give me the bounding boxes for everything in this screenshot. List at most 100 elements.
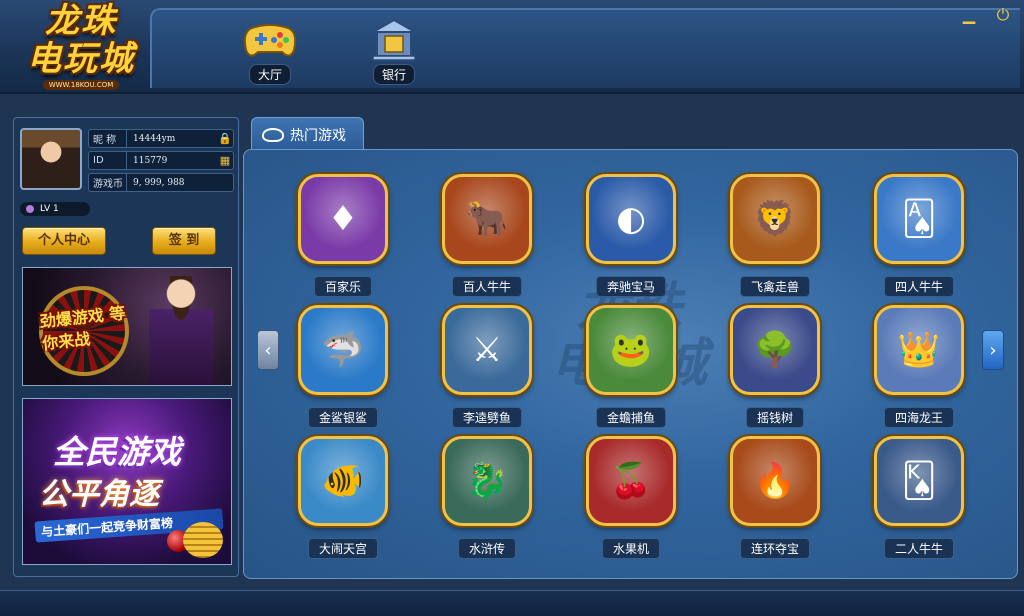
banner2-title: 全民游戏 (53, 433, 182, 471)
banner2-title2: 公平角逐 (39, 477, 159, 512)
game-label: 奔驰宝马 (595, 276, 666, 297)
game-tile[interactable]: 🐠 大闹天宫 (296, 436, 390, 560)
profile-button[interactable]: 个人中心 (22, 227, 106, 255)
nickname-value: 14444ym (133, 133, 176, 144)
game-label: 水浒传 (457, 538, 516, 559)
bank-icon (366, 18, 422, 62)
slots-icon: 🍒 (586, 436, 676, 526)
game-label: 李逵劈鱼 (451, 407, 522, 428)
game-icon-glyph: ♦ (327, 199, 359, 239)
game-label: 金蟾捕鱼 (595, 407, 666, 428)
next-page-button[interactable]: › (982, 330, 1004, 370)
logo-url: WWW.18KOU.COM (42, 80, 120, 90)
hostess-image (149, 276, 213, 385)
game-tile[interactable]: ♦ 百家乐 (296, 174, 390, 298)
id-row: ID 115779 ▦ (88, 151, 234, 170)
game-label: 百人牛牛 (451, 276, 522, 297)
level-text: LV 1 (40, 204, 59, 214)
money-tree-icon: 🌳 (730, 305, 820, 395)
logo-line1: 龙珠 (45, 1, 117, 41)
user-panel: 昵 称 14444ym 🔒 ID 115779 ▦ 游戏币 9, 999, 98… (13, 117, 239, 577)
game-icon-glyph: 🐉 (465, 461, 509, 501)
game-tile[interactable]: 🐉 水浒传 (440, 436, 534, 560)
app-logo: 龙珠 电玩城 WWW.18KOU.COM (14, 2, 148, 102)
power-icon[interactable]: ⏻ (994, 6, 1012, 24)
bull-cards-icon: 🂡 (874, 174, 964, 264)
game-label: 百家乐 (313, 276, 372, 297)
logo-line2: 电玩城 (27, 39, 135, 79)
level-badge: LV 1 (20, 202, 90, 216)
shark-icon: 🦈 (298, 305, 388, 395)
game-icon-glyph: 🔥 (753, 461, 797, 501)
game-icon-glyph: 🦁 (753, 199, 797, 239)
game-tile[interactable]: 🐂 百人牛牛 (440, 174, 534, 298)
nav-bank-button[interactable]: 银行 (362, 18, 426, 86)
game-label: 摇钱树 (745, 407, 804, 428)
hat-icon (262, 127, 284, 142)
promo-banner-casino[interactable]: 劲爆游戏 等你来战 (22, 267, 232, 386)
game-tile[interactable]: 🍒 水果机 (584, 436, 678, 560)
game-tile[interactable]: 👑 四海龙王 (872, 305, 966, 429)
tab-hot-games[interactable]: 热门游戏 (251, 117, 364, 151)
chips-icon (183, 522, 223, 558)
coins-value: 9, 999, 988 (133, 177, 185, 188)
warrior-icon: ⚔ (442, 305, 532, 395)
game-label: 连环夺宝 (739, 538, 810, 559)
checkin-button[interactable]: 签 到 (152, 227, 216, 255)
lock-icon[interactable]: 🔒 (217, 132, 233, 145)
id-label: ID (89, 152, 127, 169)
golden-dragon-icon: 🔥 (730, 436, 820, 526)
game-tile[interactable]: 🌳 摇钱树 (728, 305, 822, 429)
nickname-label: 昵 称 (89, 130, 127, 147)
avatar[interactable] (20, 128, 82, 190)
clownfish-icon: 🐠 (298, 436, 388, 526)
game-icon-glyph: ◐ (616, 199, 646, 239)
minimize-icon[interactable]: ▁ (960, 6, 978, 24)
game-icon-glyph: 🐸 (609, 330, 653, 370)
level-gem-icon (26, 205, 34, 213)
coins-row: 游戏币 9, 999, 988 (88, 173, 234, 192)
game-icon-glyph: 🌳 (753, 330, 797, 370)
bull-icon: 🐂 (442, 174, 532, 264)
game-label: 水果机 (601, 538, 660, 559)
game-tile[interactable]: 🦁 飞禽走兽 (728, 174, 822, 298)
bull-poker-icon: 🂮 (874, 436, 964, 526)
game-label: 飞禽走兽 (739, 276, 810, 297)
gamepad-icon (242, 18, 298, 62)
coins-label: 游戏币 (89, 174, 127, 191)
baccarat-icon: ♦ (298, 174, 388, 264)
game-tile[interactable]: 🂡 四人牛牛 (872, 174, 966, 298)
game-label: 大闹天宫 (307, 538, 378, 559)
copy-icon[interactable]: ▦ (217, 154, 233, 167)
game-tile[interactable]: 🔥 连环夺宝 (728, 436, 822, 560)
game-label: 四人牛牛 (883, 276, 954, 297)
banner1-text: 劲爆游戏 等你来战 (39, 303, 127, 354)
game-label: 金鲨银鲨 (307, 407, 378, 428)
game-tile[interactable]: ⚔ 李逵劈鱼 (440, 305, 534, 429)
game-icon-glyph: ⚔ (471, 330, 503, 370)
prev-page-button[interactable]: ‹ (257, 330, 279, 370)
game-tile[interactable]: 🐸 金蟾捕鱼 (584, 305, 678, 429)
id-value: 115779 (133, 155, 168, 166)
dragon-king-icon: 👑 (874, 305, 964, 395)
promo-banner-ranking[interactable]: 全民游戏 公平角逐 与土豪们一起竞争财富榜 (22, 398, 232, 565)
nav-lobby-button[interactable]: 大厅 (238, 18, 302, 86)
bmw-icon: ◐ (586, 174, 676, 264)
dragon-icon: 🐉 (442, 436, 532, 526)
game-tile[interactable]: ◐ 奔驰宝马 (584, 174, 678, 298)
toad-icon: 🐸 (586, 305, 676, 395)
game-tile[interactable]: 🦈 金鲨银鲨 (296, 305, 390, 429)
game-icon-glyph: 🐂 (465, 199, 509, 239)
top-bar: 龙珠 电玩城 WWW.18KOU.COM 大厅 银行 ▁ ⏻ (0, 0, 1024, 94)
nav-bank-label: 银行 (372, 64, 415, 85)
game-label: 四海龙王 (883, 407, 954, 428)
game-tile[interactable]: 🂮 二人牛牛 (872, 436, 966, 560)
nickname-row: 昵 称 14444ym 🔒 (88, 129, 234, 148)
game-grid: 龙珠 电玩城 ‹ › ♦百家乐🐂百人牛牛◐奔驰宝马🦁飞禽走兽🂡四人牛牛🦈金鲨银鲨… (243, 149, 1018, 579)
lion-icon: 🦁 (730, 174, 820, 264)
game-icon-glyph: 🦈 (321, 330, 365, 370)
game-label: 二人牛牛 (883, 538, 954, 559)
game-icon-glyph: 🍒 (609, 461, 653, 501)
game-icon-glyph: 👑 (897, 330, 941, 370)
tab-hot-games-label: 热门游戏 (290, 127, 346, 144)
